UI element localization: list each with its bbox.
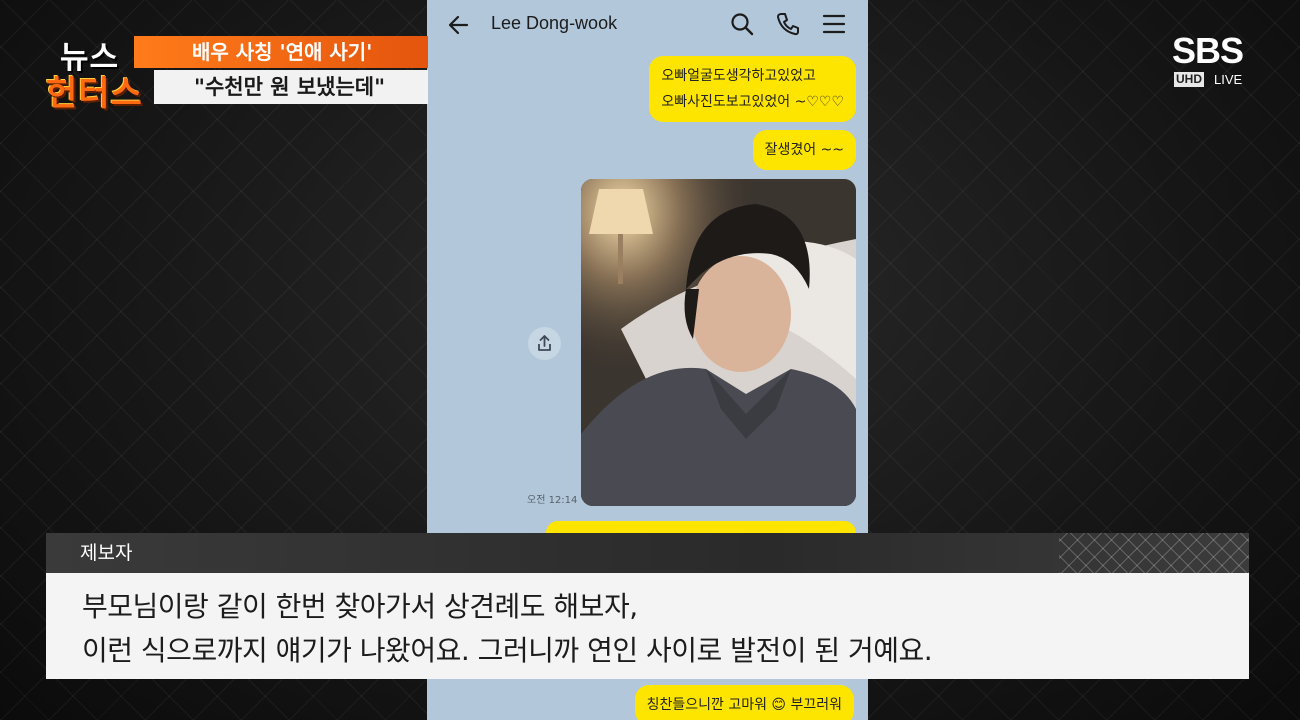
caption-line: 부모님이랑 같이 한번 찾아가서 상견례도 해보자, <box>82 590 638 623</box>
speaker-bar: 제보자 <box>46 533 1249 573</box>
message-line: 오빠얼굴도생각하고있었고 <box>661 68 816 84</box>
live-label: LIVE <box>1214 72 1243 87</box>
message-bubble[interactable]: 칭찬들으니깐 고마워 😊 부끄러워 <box>634 685 854 720</box>
message-bubble[interactable]: 잘생겼어 ~~ <box>752 130 856 170</box>
message-line: 오빠사진도보고있었어 ~♡♡♡ <box>661 94 844 110</box>
headline-banner: 배우 사칭 '연애 사기' <box>134 36 428 68</box>
message-timestamp: 오전 12:14 <box>527 495 578 506</box>
menu-icon[interactable] <box>821 11 847 37</box>
program-logo-bottom: 헌터스 <box>46 74 143 114</box>
channel-logo: SBS UHD LIVE <box>1172 30 1252 90</box>
share-button[interactable] <box>528 327 561 360</box>
caption-box: 부모님이랑 같이 한번 찾아가서 상견례도 해보자, 이런 식으로까지 얘기가 … <box>46 573 1249 679</box>
chat-header: Lee Dong-wook <box>427 0 868 50</box>
back-arrow-icon[interactable] <box>445 11 473 39</box>
message-bubble[interactable]: 오빠얼굴도생각하고있었고 오빠사진도보고있었어 ~♡♡♡ <box>649 56 856 122</box>
speaker-label: 제보자 <box>80 542 133 564</box>
uhd-badge: UHD <box>1174 72 1204 87</box>
phone-icon[interactable] <box>775 11 801 37</box>
contact-name: Lee Dong-wook <box>491 13 618 33</box>
caption-line: 이런 식으로까지 얘기가 나왔어요. 그러니까 연인 사이로 발전이 된 거예요… <box>82 634 933 667</box>
photo-message[interactable] <box>581 179 856 506</box>
search-icon[interactable] <box>729 11 755 37</box>
share-icon <box>538 335 551 351</box>
headline-subtitle: "수천만 원 보냈는데" <box>154 70 428 104</box>
photo-image <box>581 179 856 506</box>
channel-name: SBS <box>1172 30 1244 71</box>
